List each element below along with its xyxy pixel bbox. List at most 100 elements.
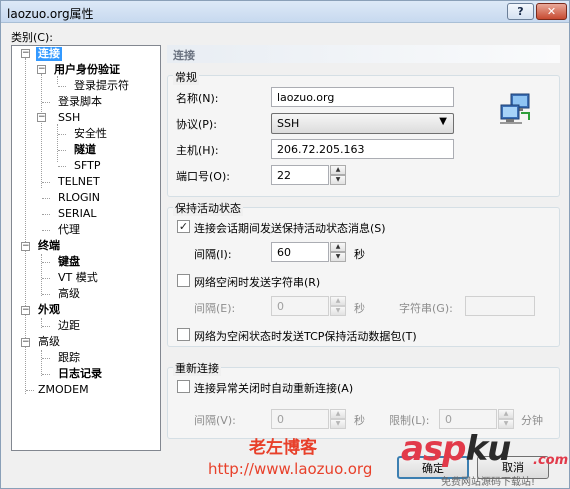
tree-connector <box>26 390 34 391</box>
tree-item-zmodem[interactable]: ZMODEM <box>36 383 91 397</box>
host-input[interactable]: 206.72.205.163 <box>271 139 454 159</box>
port-stepper[interactable]: ▲ ▼ <box>330 165 346 185</box>
category-tree[interactable]: − 连接 − 用户身份验证 登录提示符 登录脚本 − SSH 安全性 隧道 SF… <box>11 45 161 451</box>
tree-item-serial[interactable]: SERIAL <box>56 207 98 221</box>
tree-item-trace[interactable]: 跟踪 <box>56 351 82 365</box>
tcp-keepalive-checkbox[interactable] <box>177 328 190 341</box>
tree-connector <box>42 278 50 279</box>
content-title: 连接 <box>173 49 195 62</box>
send-keepalive-checkbox[interactable]: ✓ <box>177 220 190 233</box>
collapse-icon[interactable]: − <box>21 242 30 251</box>
interval-input[interactable]: 60 <box>271 242 329 262</box>
watermark-subtitle: 免费网站源码下载站! <box>441 477 536 488</box>
interval-label: 间隔(I): <box>194 248 232 261</box>
interval2-stepper[interactable]: ▲ ▼ <box>330 296 346 316</box>
tree-item-telnet[interactable]: TELNET <box>56 175 102 189</box>
spin-up-icon[interactable]: ▲ <box>498 409 514 419</box>
collapse-icon[interactable]: − <box>37 113 46 122</box>
tree-item-login-prompt[interactable]: 登录提示符 <box>72 79 131 93</box>
tree-item-login-script[interactable]: 登录脚本 <box>56 95 104 109</box>
protocol-label: 协议(P): <box>176 118 217 131</box>
spin-down-icon[interactable]: ▼ <box>330 419 346 429</box>
limit-input[interactable]: 0 <box>439 409 497 429</box>
tree-item-advanced[interactable]: 高级 <box>36 335 62 349</box>
watermark-com: .com <box>533 453 569 468</box>
tree-connector <box>58 166 66 167</box>
string-label: 字符串(G): <box>399 302 453 315</box>
tree-connector <box>58 86 66 87</box>
reconnect-interval-label: 间隔(V): <box>194 414 236 427</box>
protocol-value: SSH <box>277 117 300 130</box>
collapse-icon[interactable]: − <box>21 49 30 58</box>
tree-item-logging[interactable]: 日志记录 <box>56 367 104 381</box>
tree-item-terminal-advanced[interactable]: 高级 <box>56 287 82 301</box>
tree-connector <box>58 134 66 135</box>
properties-dialog: laozuo.org属性 ? ✕ 类别(C): − 连接 − 用户身份验证 登录… <box>0 0 570 489</box>
content-header: 连接 <box>167 45 560 63</box>
send-string-label: 网络空闲时发送字符串(R) <box>194 276 321 289</box>
tree-connector <box>42 198 50 199</box>
send-keepalive-label: 连接会话期间发送保持活动状态消息(S) <box>194 222 386 235</box>
collapse-icon[interactable]: − <box>21 306 30 315</box>
tree-item-user-auth[interactable]: 用户身份验证 <box>52 63 122 77</box>
collapse-icon[interactable]: − <box>37 65 46 74</box>
close-button[interactable]: ✕ <box>536 3 567 20</box>
tree-connector <box>41 254 42 296</box>
tree-item-appearance[interactable]: 外观 <box>36 303 62 317</box>
spin-down-icon[interactable]: ▼ <box>330 252 346 262</box>
collapse-icon[interactable]: − <box>21 338 30 347</box>
limit-label: 限制(L): <box>389 414 430 427</box>
tree-item-proxy[interactable]: 代理 <box>56 223 82 237</box>
spin-up-icon[interactable]: ▲ <box>330 165 346 175</box>
network-computers-icon <box>500 93 530 124</box>
tree-item-terminal[interactable]: 终端 <box>36 239 62 253</box>
tree-connector <box>41 74 42 188</box>
spin-down-icon[interactable]: ▼ <box>498 419 514 429</box>
general-group-title: 常规 <box>173 69 199 85</box>
string-input[interactable] <box>465 296 535 316</box>
tree-connector <box>42 230 50 231</box>
send-string-checkbox[interactable] <box>177 274 190 287</box>
limit-stepper[interactable]: ▲ ▼ <box>498 409 514 429</box>
watermark-logo: aspku <box>401 429 512 469</box>
interval2-input[interactable]: 0 <box>271 296 329 316</box>
spin-down-icon[interactable]: ▼ <box>330 306 346 316</box>
spin-up-icon[interactable]: ▲ <box>330 409 346 419</box>
host-label: 主机(H): <box>176 144 219 157</box>
tree-item-tunnel[interactable]: 隧道 <box>72 143 98 157</box>
seconds2-label: 秒 <box>354 302 365 315</box>
tree-connector <box>42 358 50 359</box>
tree-item-security[interactable]: 安全性 <box>72 127 109 141</box>
name-input[interactable]: laozuo.org <box>271 87 454 107</box>
interval-stepper[interactable]: ▲ ▼ <box>330 242 346 262</box>
tree-item-connection[interactable]: 连接 <box>36 47 62 61</box>
seconds-label: 秒 <box>354 248 365 261</box>
tree-item-keyboard[interactable]: 键盘 <box>56 255 82 269</box>
reconnect-interval-stepper[interactable]: ▲ ▼ <box>330 409 346 429</box>
tree-item-rlogin[interactable]: RLOGIN <box>56 191 102 205</box>
spin-up-icon[interactable]: ▲ <box>330 242 346 252</box>
watermark-ku: ku <box>465 429 512 469</box>
tree-connector <box>42 214 50 215</box>
interval2-label: 间隔(E): <box>194 302 236 315</box>
tree-connector <box>42 182 50 183</box>
help-button[interactable]: ? <box>507 3 534 20</box>
tree-connector <box>57 76 58 84</box>
tree-item-ssh[interactable]: SSH <box>56 111 82 125</box>
tree-item-sftp[interactable]: SFTP <box>72 159 102 173</box>
port-label: 端口号(O): <box>176 170 230 183</box>
tree-connector <box>58 150 66 151</box>
window-title: laozuo.org属性 <box>7 7 94 21</box>
spin-up-icon[interactable]: ▲ <box>330 296 346 306</box>
auto-reconnect-checkbox[interactable] <box>177 380 190 393</box>
spin-down-icon[interactable]: ▼ <box>330 175 346 185</box>
reconnect-interval-input[interactable]: 0 <box>271 409 329 429</box>
tree-item-vt-mode[interactable]: VT 模式 <box>56 271 100 285</box>
tree-connector <box>42 374 50 375</box>
tree-item-margins[interactable]: 边距 <box>56 319 82 333</box>
title-bar[interactable]: laozuo.org属性 ? ✕ <box>1 1 569 23</box>
tree-connector <box>42 326 50 327</box>
protocol-select[interactable]: SSH ▼ <box>271 113 454 134</box>
port-input[interactable]: 22 <box>271 165 329 185</box>
tree-connector <box>42 102 50 103</box>
